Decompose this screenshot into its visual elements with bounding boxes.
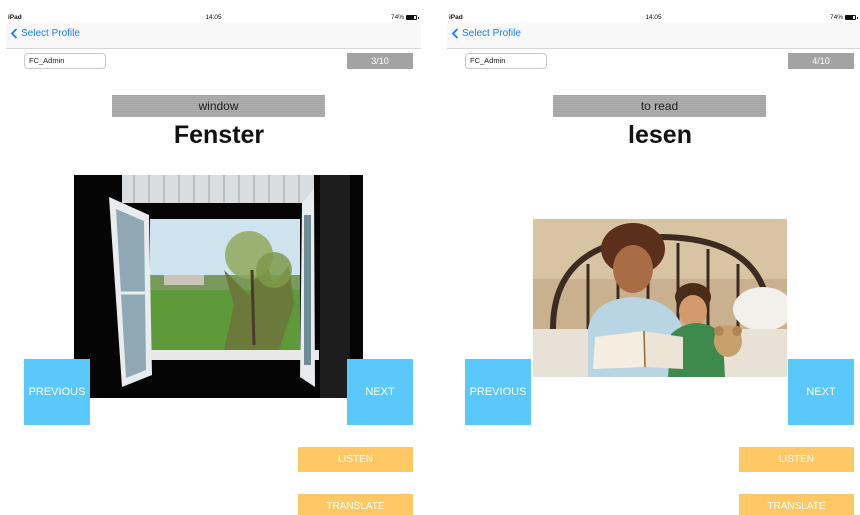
- translate-button[interactable]: TRANSLATE: [739, 494, 854, 515]
- translate-button[interactable]: TRANSLATE: [298, 494, 413, 515]
- back-button[interactable]: Select Profile: [10, 28, 80, 39]
- battery-indicator: 74%: [390, 14, 419, 21]
- battery-indicator: 74%: [829, 14, 858, 21]
- flashcard-word: lesen: [628, 121, 692, 149]
- mother-reading-to-child-photo: [533, 219, 787, 377]
- battery-percent: 74%: [390, 14, 404, 21]
- status-bar: iPad 14:05 74%: [447, 13, 860, 23]
- battery-icon: [406, 15, 419, 20]
- listen-button[interactable]: LISTEN: [298, 447, 413, 472]
- translation-label: window: [112, 95, 325, 117]
- translation-label: to read: [553, 95, 766, 117]
- status-time: 14:05: [205, 14, 222, 21]
- flashcard-screen-3: iPad 14:05 74% Select Profile FC_Admin 3…: [6, 13, 421, 515]
- carrier-label: iPad: [449, 14, 463, 21]
- next-button[interactable]: NEXT: [347, 359, 413, 425]
- flashcard-screen-4: iPad 14:05 74% Select Profile FC_Admin 4…: [447, 13, 860, 515]
- back-button-label: Select Profile: [21, 28, 80, 39]
- profile-name-field[interactable]: FC_Admin: [465, 53, 547, 69]
- chevron-left-icon: [451, 28, 459, 39]
- carrier-label: iPad: [8, 14, 22, 21]
- profile-name-field[interactable]: FC_Admin: [24, 53, 106, 69]
- navigation-bar: Select Profile: [6, 23, 421, 49]
- status-bar: iPad 14:05 74%: [6, 13, 421, 23]
- flashcard-word: Fenster: [173, 121, 265, 149]
- progress-indicator: 3/10: [347, 53, 413, 69]
- status-time: 14:05: [645, 14, 662, 21]
- progress-indicator: 4/10: [788, 53, 854, 69]
- back-button-label: Select Profile: [462, 28, 521, 39]
- navigation-bar: Select Profile: [447, 23, 860, 49]
- battery-icon: [845, 15, 858, 20]
- battery-percent: 74%: [829, 14, 843, 21]
- chevron-left-icon: [10, 28, 18, 39]
- previous-button[interactable]: PREVIOUS: [24, 359, 90, 425]
- back-button[interactable]: Select Profile: [451, 28, 521, 39]
- next-button[interactable]: NEXT: [788, 359, 854, 425]
- previous-button[interactable]: PREVIOUS: [465, 359, 531, 425]
- open-window-photo: [74, 175, 363, 398]
- listen-button[interactable]: LISTEN: [739, 447, 854, 472]
